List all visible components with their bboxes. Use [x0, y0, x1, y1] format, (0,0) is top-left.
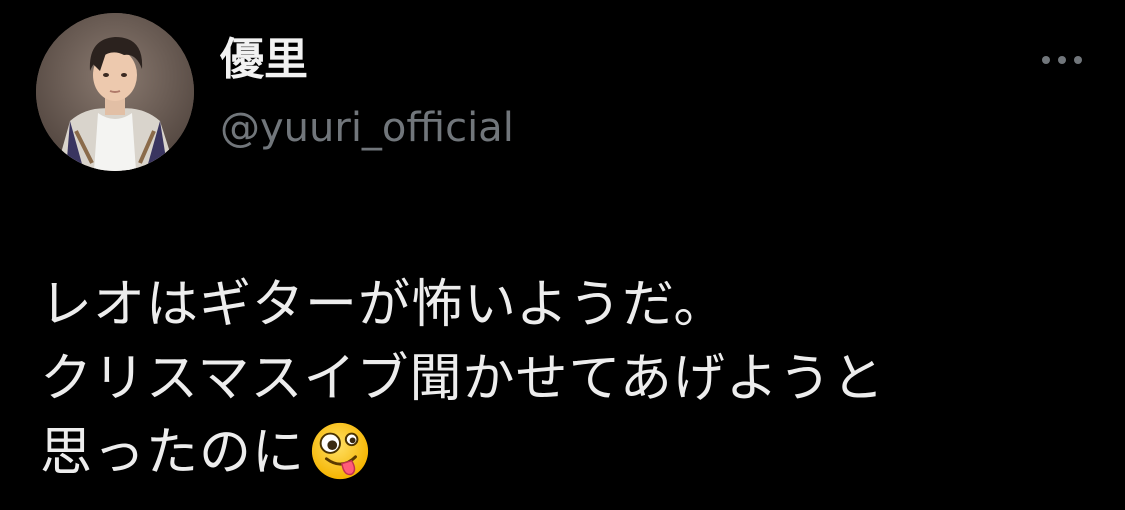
- tweet-card: 優里 @yuuri_official レオはギターが怖いようだ。 クリスマスイブ…: [0, 0, 1125, 510]
- tweet-text-segment: 思ったのに: [40, 423, 306, 483]
- zany-face-emoji-icon: [311, 422, 369, 480]
- profile-photo-avatar: [36, 13, 194, 171]
- tweet-text: レオはギターが怖いようだ。 クリスマスイブ聞かせてあげようと 思ったのに: [40, 268, 1100, 490]
- author-display-name[interactable]: 優里: [220, 30, 308, 90]
- tweet-text-line: クリスマスイブ聞かせてあげようと: [40, 349, 885, 409]
- more-options-button[interactable]: [1036, 42, 1088, 78]
- tweet-text-line-with-emoji: 思ったのに: [40, 416, 1100, 490]
- author-handle[interactable]: @yuuri_official: [220, 100, 514, 156]
- avatar[interactable]: [36, 13, 194, 171]
- tweet-text-line: レオはギターが怖いようだ。: [40, 275, 727, 335]
- more-options-icon: [1042, 56, 1082, 64]
